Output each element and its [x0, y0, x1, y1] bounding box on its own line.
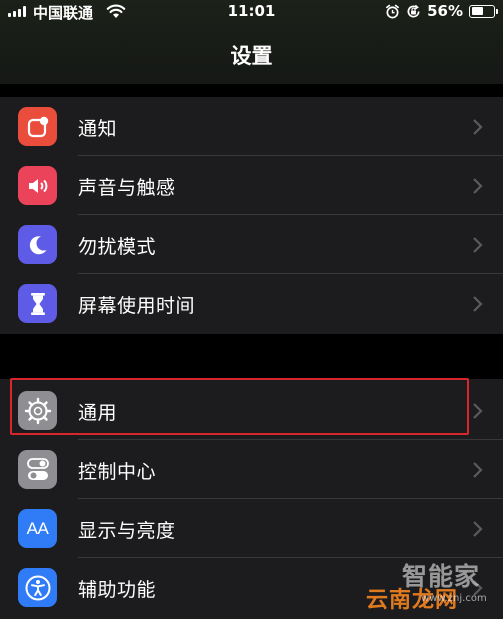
status-bar: 中国联通 11:01 56% — [0, 0, 503, 24]
chevron-right-icon — [473, 119, 483, 135]
settings-row-label: 显示与亮度 — [78, 520, 176, 542]
accessibility-icon — [18, 568, 57, 607]
text-size-icon: AA — [18, 509, 57, 548]
settings-row-control-center[interactable]: 控制中心 — [0, 440, 503, 499]
settings-group-2: 通用 控制中心 AA 显示与亮度 辅助功能 — [0, 379, 503, 619]
settings-row-accessibility[interactable]: 辅助功能 — [0, 558, 503, 617]
toggles-icon — [18, 450, 57, 489]
notifications-icon — [18, 107, 57, 146]
settings-row-label: 通用 — [78, 402, 118, 424]
page-title: 设置 — [230, 44, 273, 68]
settings-group-1: 通知 声音与触感 勿扰模式 屏幕使用时间 — [0, 97, 503, 334]
settings-row-screen-time[interactable]: 屏幕使用时间 — [0, 274, 503, 333]
settings-row-do-not-disturb[interactable]: 勿扰模式 — [0, 215, 503, 274]
settings-row-sounds[interactable]: 声音与触感 — [0, 156, 503, 215]
settings-row-label: 勿扰模式 — [78, 236, 157, 258]
alarm-icon — [386, 4, 400, 18]
chevron-right-icon — [473, 403, 483, 419]
settings-row-notifications[interactable]: 通知 — [0, 97, 503, 156]
chevron-right-icon — [473, 521, 483, 537]
chevron-right-icon — [473, 237, 483, 253]
chevron-right-icon — [473, 462, 483, 478]
sounds-icon — [18, 166, 57, 205]
chevron-right-icon — [473, 296, 483, 312]
moon-icon — [18, 225, 57, 264]
settings-row-label: 辅助功能 — [78, 579, 157, 601]
settings-row-general[interactable]: 通用 — [0, 381, 503, 440]
text-size-icon-glyph: AA — [26, 518, 49, 538]
settings-screen: 中国联通 11:01 56% 设置 通知 声音与触感 勿扰模式 屏幕使用时间 通… — [0, 0, 503, 619]
settings-row-display-brightness[interactable]: AA 显示与亮度 — [0, 499, 503, 558]
chevron-right-icon — [473, 178, 483, 194]
battery-percent: 56% — [427, 2, 463, 20]
chevron-right-icon — [473, 580, 483, 596]
navigation-bar: 中国联通 11:01 56% 设置 — [0, 0, 503, 84]
battery-icon — [469, 4, 498, 18]
hourglass-icon — [18, 284, 57, 323]
settings-row-label: 声音与触感 — [78, 177, 176, 199]
gear-icon — [18, 391, 57, 430]
settings-row-label: 通知 — [78, 118, 118, 140]
settings-row-label: 控制中心 — [78, 461, 157, 483]
orientation-lock-icon — [407, 4, 420, 17]
settings-row-label: 屏幕使用时间 — [78, 295, 196, 317]
